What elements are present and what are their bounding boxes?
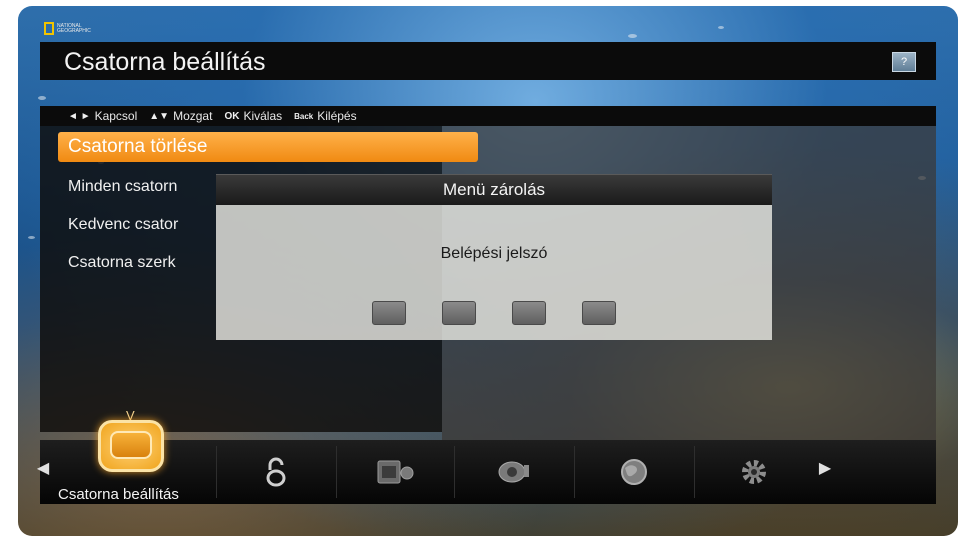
hint-label: Mozgat — [173, 109, 213, 123]
globe-icon[interactable] — [604, 452, 664, 492]
menu-lock-dialog: Menü zárolás Belépési jelszó — [216, 174, 772, 340]
dialog-body: Belépési jelszó — [216, 205, 772, 340]
gear-icon[interactable] — [724, 452, 784, 492]
divider — [694, 446, 695, 498]
left-arrow-icon[interactable]: ◀ — [36, 458, 50, 478]
divider — [454, 446, 455, 498]
divider — [336, 446, 337, 498]
tv-screen — [110, 431, 152, 459]
divider — [574, 446, 575, 498]
hint-key: ▲▼ — [149, 110, 170, 122]
pin-digit-field[interactable] — [582, 301, 616, 325]
menu-item-delete-channel[interactable]: Csatorna törlése — [58, 132, 478, 162]
channel-logo: NATIONAL GEOGRAPHIC — [44, 22, 91, 35]
dialog-title: Menü zárolás — [216, 174, 772, 205]
title-bar: Csatorna beállítás ? — [40, 42, 936, 80]
fish-decoration — [38, 96, 46, 100]
pin-digit-field[interactable] — [512, 301, 546, 325]
menu-item-all-channels[interactable]: Minden csatorn — [68, 178, 177, 196]
page-title: Csatorna beállítás — [64, 48, 266, 76]
media-icon[interactable] — [366, 452, 426, 492]
right-arrow-icon[interactable]: ▶ — [818, 458, 832, 478]
lock-icon[interactable] — [246, 452, 306, 492]
password-prompt: Belépési jelszó — [440, 245, 548, 262]
hint-key: Back — [294, 111, 314, 121]
tv-icon[interactable] — [98, 420, 164, 472]
hint-label: Kapcsol — [94, 109, 138, 123]
selected-menu-caption: Csatorna beállítás — [58, 486, 179, 503]
fish-decoration — [628, 34, 637, 38]
help-button[interactable]: ? — [892, 52, 916, 72]
hint-label: Kilépés — [317, 109, 357, 123]
logo-text: NATIONAL GEOGRAPHIC — [57, 22, 91, 34]
hint-key: ◄ ► — [68, 110, 91, 122]
camera-icon[interactable] — [484, 452, 544, 492]
hint-label: Kiválas — [243, 109, 283, 123]
hint-key: OK — [224, 110, 240, 122]
menu-item-edit-channel[interactable]: Csatorna szerk — [68, 254, 176, 272]
fish-decoration — [28, 236, 35, 239]
menu-item-favorite-channels[interactable]: Kedvenc csator — [68, 216, 178, 234]
key-hint-bar: ◄ ► Kapcsol ▲▼ Mozgat OK Kiválas Back Ki… — [40, 106, 936, 126]
divider — [216, 446, 217, 498]
logo-frame-icon — [44, 22, 54, 35]
pin-digit-field[interactable] — [442, 301, 476, 325]
pin-digit-field[interactable] — [372, 301, 406, 325]
fish-decoration — [718, 26, 724, 29]
